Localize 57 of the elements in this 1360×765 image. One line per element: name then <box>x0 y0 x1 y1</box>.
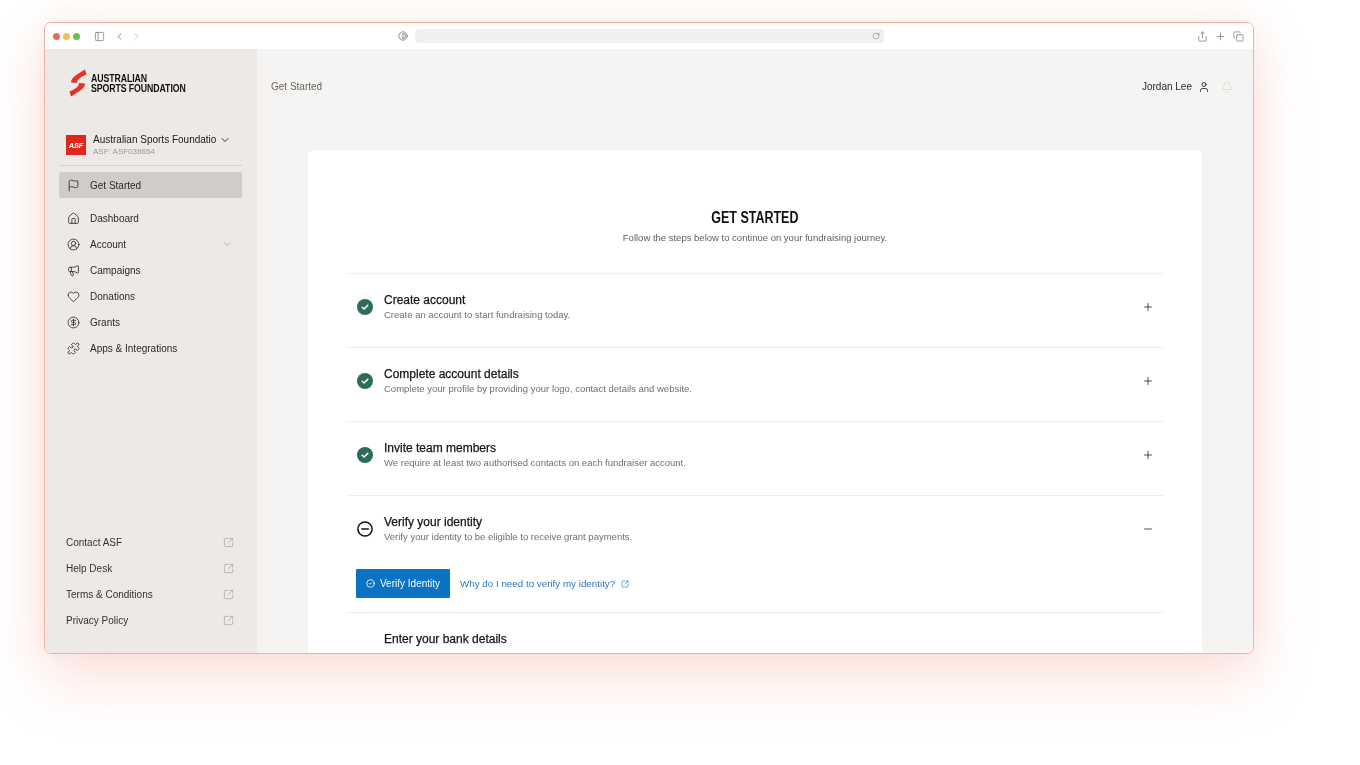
step-description: Create an account to start fundraising today. <box>384 308 571 322</box>
external-link-icon <box>223 614 234 626</box>
expand-icon[interactable] <box>1142 449 1154 461</box>
home-icon <box>67 211 80 225</box>
step-title[interactable]: Invite team members <box>384 440 686 456</box>
user-name[interactable]: Jordan Lee <box>1141 80 1192 94</box>
expand-icon[interactable] <box>1142 301 1154 313</box>
puzzle-icon <box>67 341 80 355</box>
megaphone-icon <box>67 263 80 277</box>
footer-link[interactable]: Terms & Conditions <box>59 581 242 607</box>
nav-item[interactable]: Apps & Integrations <box>59 335 242 361</box>
heart-icon <box>67 289 80 303</box>
nav-item[interactable]: Dashboard <box>59 205 242 231</box>
window-minimize-icon[interactable] <box>63 32 70 40</box>
verify-button[interactable]: Verify Identity <box>356 569 451 598</box>
step-description: Complete your profile by providing your logo, contact details and website. <box>384 382 692 396</box>
window-close-icon[interactable] <box>53 32 60 40</box>
footer-link[interactable]: Contact ASF <box>59 529 242 555</box>
user-icon[interactable] <box>1198 81 1210 93</box>
logo-wordmark: AUSTRALIAN SPORTS FOUNDATION <box>91 73 186 93</box>
flag-icon <box>67 178 80 192</box>
dollar-circle-icon <box>67 315 80 329</box>
share-icon[interactable] <box>1197 30 1208 42</box>
new-tab-icon[interactable] <box>1215 30 1226 42</box>
page-title: GET STARTED <box>711 209 799 227</box>
nav-item[interactable]: Donations <box>59 283 242 309</box>
step-title[interactable]: Verify your identity <box>384 514 633 530</box>
step-title[interactable]: Create account <box>384 292 571 308</box>
step-title[interactable]: Complete account details <box>384 366 692 382</box>
contrast-icon[interactable] <box>398 31 408 41</box>
address-field[interactable] <box>415 29 884 43</box>
nav-item[interactable]: Account <box>59 231 242 257</box>
breadcrumb: Get Started <box>271 80 323 94</box>
external-link-icon <box>621 579 630 588</box>
external-link-icon <box>223 562 234 574</box>
footer-link[interactable]: Help Desk <box>59 555 242 581</box>
step-title[interactable]: Enter your bank details <box>384 631 507 647</box>
user-circle-icon <box>67 237 80 251</box>
external-link-icon <box>223 588 234 600</box>
step-description: Verify your identity to be eligible to receive grant payments. <box>384 530 633 544</box>
sidebar-toggle-icon[interactable] <box>94 30 105 42</box>
tabs-icon[interactable] <box>1233 30 1244 42</box>
external-link-icon <box>223 536 234 548</box>
check-circle-icon <box>366 579 375 588</box>
reload-icon[interactable] <box>872 32 880 40</box>
nav-item[interactable]: Campaigns <box>59 257 242 283</box>
footer-link[interactable]: Privacy Policy <box>59 607 242 633</box>
step-description: We require at least two authorised contacts on each fundraiser account. <box>384 456 686 470</box>
logo-mark-icon <box>69 69 87 97</box>
expand-icon[interactable] <box>1142 375 1154 387</box>
nav-item[interactable]: Grants <box>59 309 242 335</box>
org-name[interactable]: Australian Sports Foundatio <box>93 133 217 146</box>
page-subtitle: Follow the steps below to continue on your fundraising journey. <box>621 231 889 245</box>
help-link[interactable]: Why do I need to verify my identity? <box>460 578 630 589</box>
org-id: ASF: ASF038654 <box>93 146 156 157</box>
window-zoom-icon[interactable] <box>73 32 80 40</box>
nav-item[interactable]: Get Started <box>59 172 242 198</box>
